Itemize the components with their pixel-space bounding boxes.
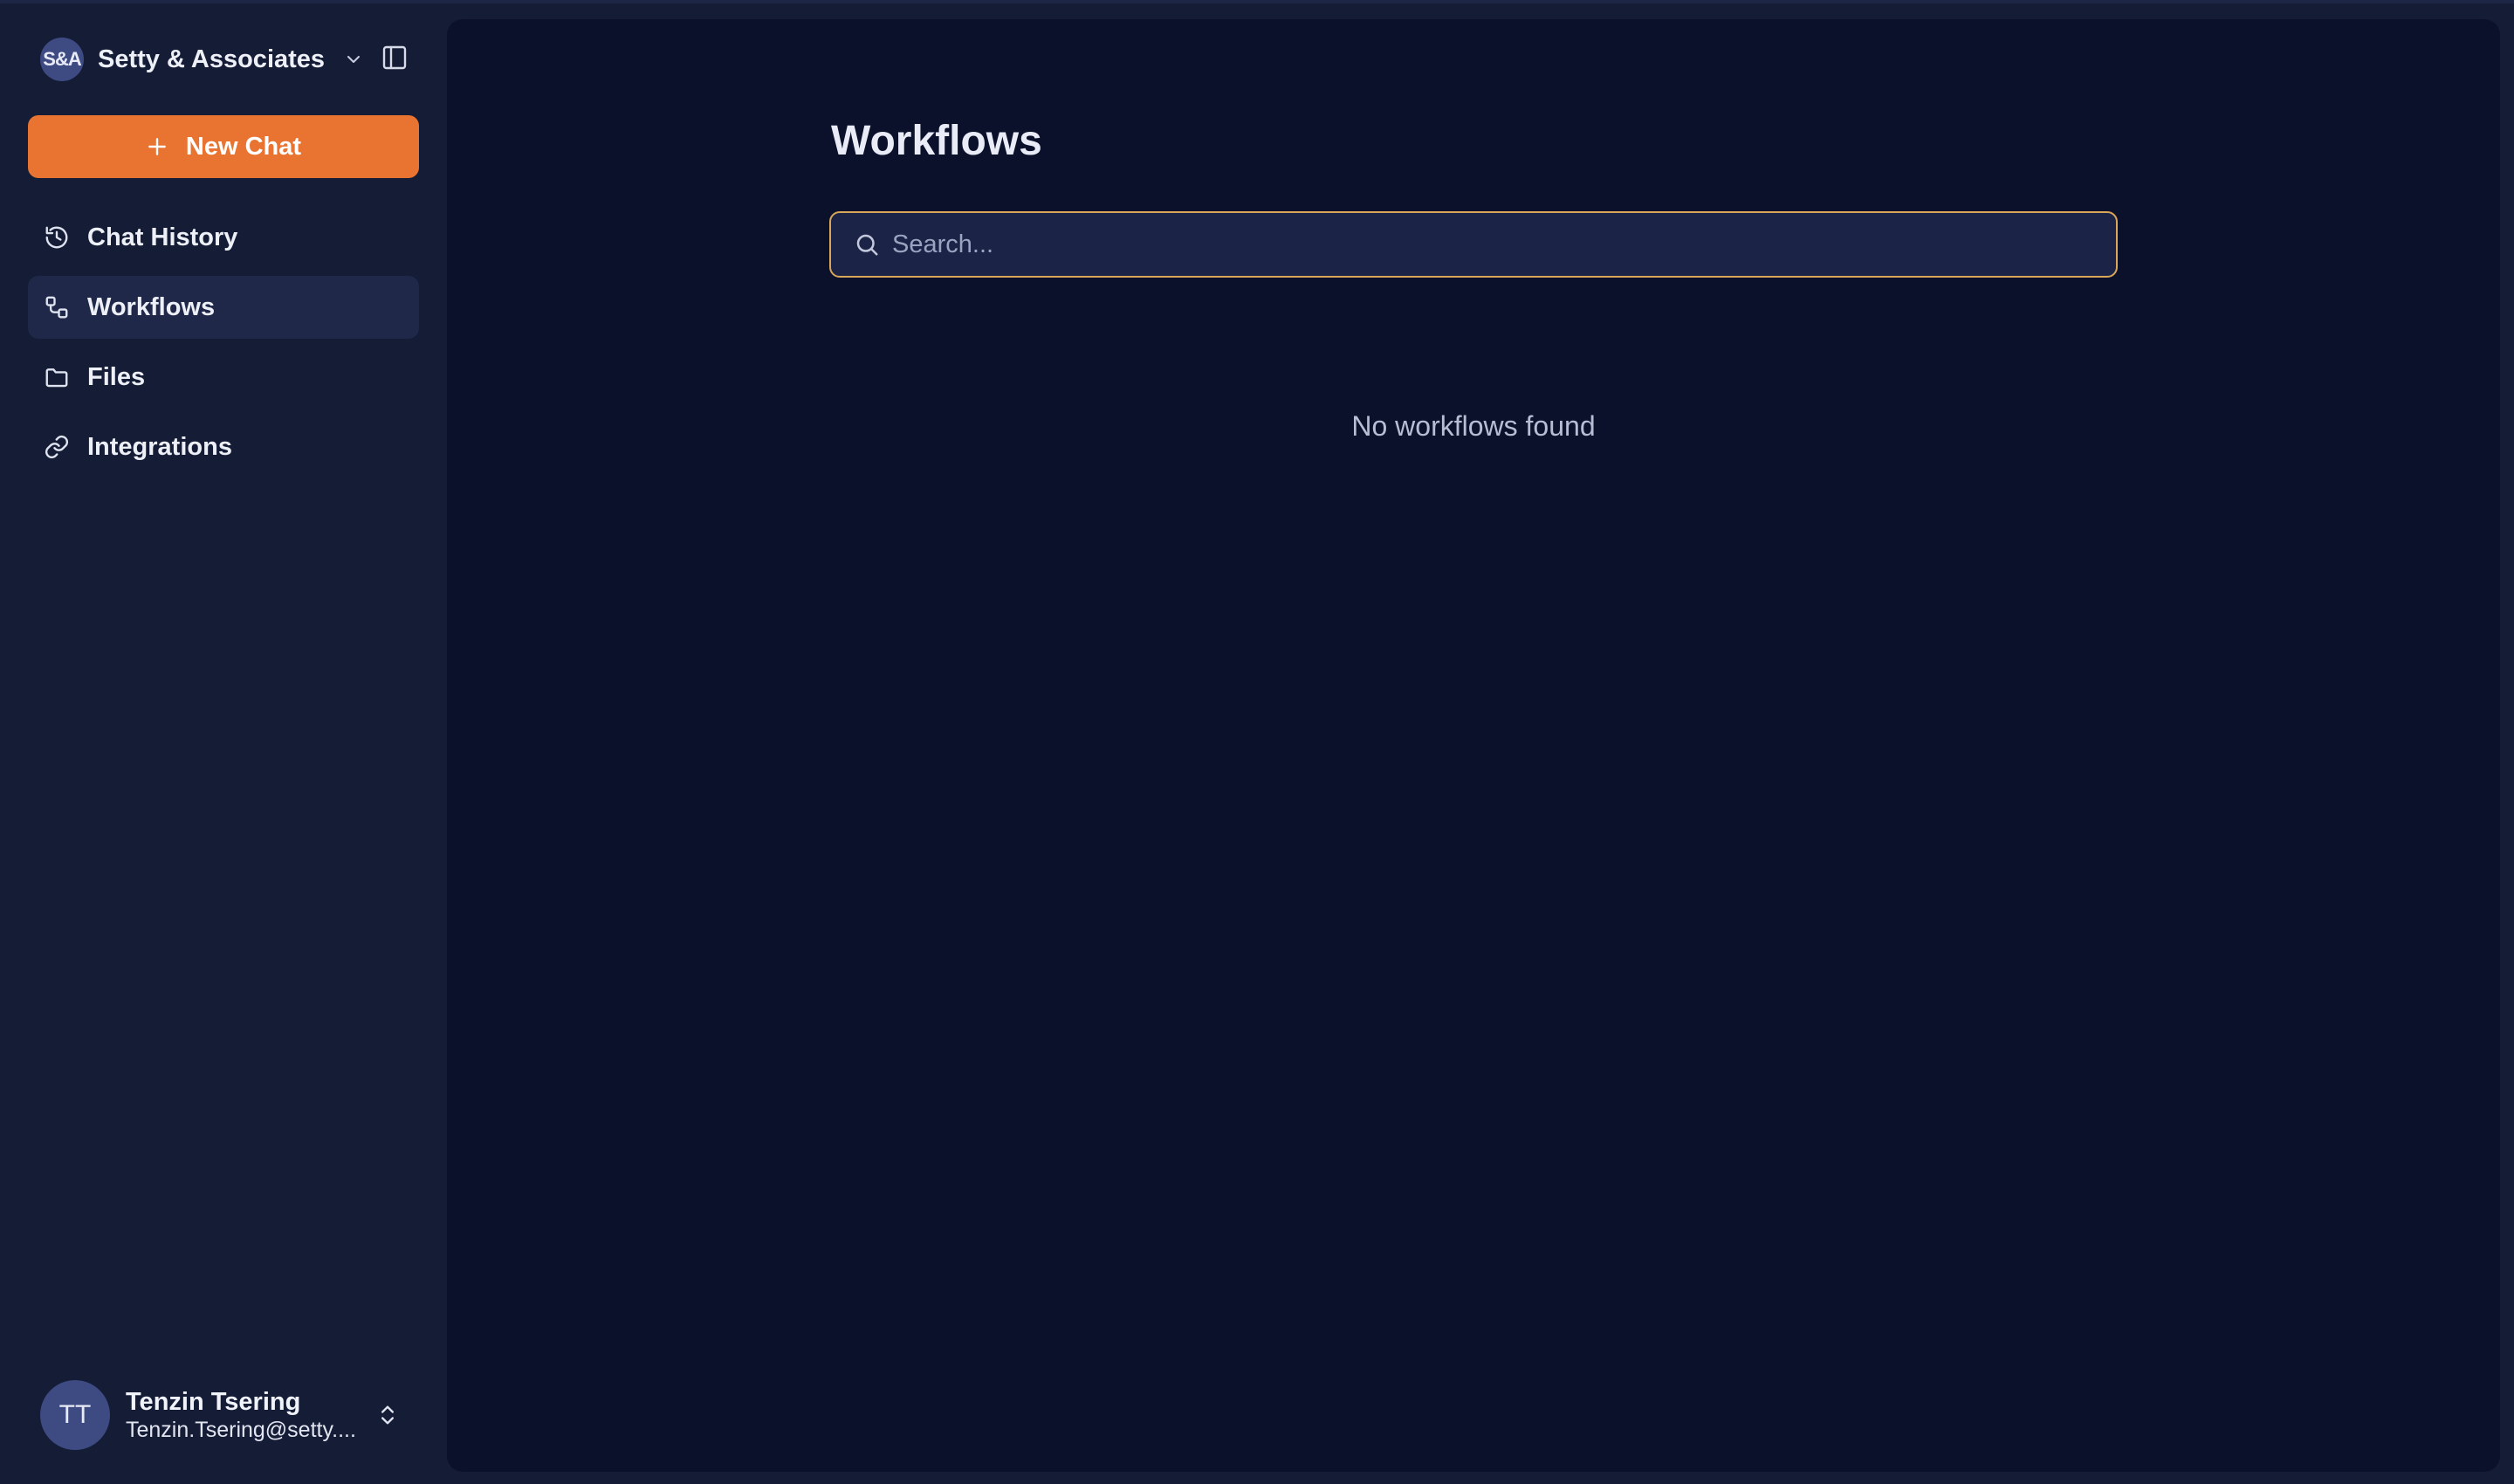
folder-icon	[42, 362, 72, 392]
sidebar-item-files[interactable]: Files	[28, 346, 419, 409]
new-chat-label: New Chat	[185, 132, 302, 161]
history-icon	[42, 223, 72, 252]
org-name: Setty & Associates	[98, 45, 326, 73]
sidebar-panel-icon	[381, 44, 409, 76]
org-avatar: S&A	[40, 38, 84, 81]
new-chat-button[interactable]: New Chat	[28, 115, 419, 178]
empty-state-message: No workflows found	[1351, 410, 1596, 442]
sidebar-item-label: Workflows	[87, 292, 216, 321]
search-icon	[852, 230, 882, 259]
chevron-down-icon	[342, 48, 365, 71]
search-input[interactable]	[892, 218, 2116, 271]
user-name: Tenzin Tsering	[126, 1388, 301, 1416]
user-email: Tenzin.Tsering@setty....	[126, 1418, 356, 1442]
sidebar-toggle-button[interactable]	[379, 44, 410, 75]
user-info: Tenzin Tsering Tenzin.Tsering@setty....	[126, 1387, 363, 1443]
page-title: Workflows	[831, 118, 1042, 164]
user-menu[interactable]: TT Tenzin Tsering Tenzin.Tsering@setty..…	[40, 1379, 419, 1451]
link-icon	[42, 432, 72, 462]
app-window: S&A Setty & Associates New Chat Chat His…	[0, 0, 2514, 1484]
sidebar-item-workflows[interactable]: Workflows	[28, 276, 419, 339]
sidebar: S&A Setty & Associates New Chat Chat His…	[0, 0, 443, 1484]
sidebar-item-label: Integrations	[87, 432, 232, 461]
org-switcher[interactable]: S&A Setty & Associates	[40, 37, 365, 82]
main-panel: Workflows No workflows found	[447, 19, 2500, 1472]
sidebar-item-label: Files	[87, 362, 146, 391]
search-box[interactable]	[829, 211, 2118, 278]
plus-icon	[146, 135, 168, 158]
sidebar-item-integrations[interactable]: Integrations	[28, 416, 419, 478]
sidebar-nav: Chat History Workflows Files Integration…	[28, 206, 419, 485]
avatar: TT	[40, 1380, 110, 1450]
chevrons-up-down-icon	[374, 1398, 402, 1432]
sidebar-item-label: Chat History	[87, 223, 238, 251]
workflow-icon	[42, 292, 72, 322]
sidebar-item-chat-history[interactable]: Chat History	[28, 206, 419, 269]
